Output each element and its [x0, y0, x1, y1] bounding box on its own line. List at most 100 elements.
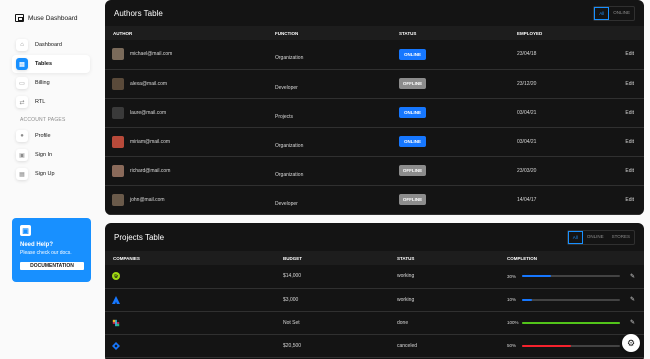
- col-companies: COMPANIES: [105, 251, 283, 265]
- author-function: Organization: [275, 156, 399, 186]
- author-cell: laure@mail.com: [105, 98, 275, 128]
- table-row: john@mail.com Developer OFFLINE 14/04/17 Edi…: [105, 185, 644, 215]
- employed-date: 23/12/20: [517, 69, 614, 99]
- table-row: $14,000 working 30% ✎: [105, 265, 644, 289]
- author-email: alexa@mail.com: [130, 80, 168, 87]
- project-budget: $20,500: [283, 334, 397, 358]
- col-project-status: STATUS: [397, 251, 507, 265]
- status-cell: ONLINE: [399, 127, 517, 157]
- status-badge: OFFLINE: [399, 194, 426, 205]
- author-email: john@mail.com: [130, 196, 165, 203]
- author-function: Organization: [275, 127, 399, 157]
- progress-fill: [522, 344, 571, 347]
- col-employed: EMPLOYED: [517, 26, 614, 40]
- completion-label: 10%: [507, 297, 517, 302]
- status-cell: ONLINE: [399, 40, 517, 70]
- author-email: miriam@mail.com: [130, 138, 171, 145]
- sidebar-item-label: Profile: [35, 133, 51, 139]
- filter-stores[interactable]: STORES: [608, 231, 634, 244]
- sidebar-item-profile[interactable]: ● Profile: [12, 127, 90, 145]
- gear-icon: ⚙: [626, 337, 636, 348]
- status-badge: ONLINE: [399, 48, 426, 60]
- table-row: miriam@mail.com Organization ONLINE 03/04/2…: [105, 127, 644, 157]
- avatar: [112, 106, 124, 119]
- author-cell: john@mail.com: [105, 185, 275, 215]
- edit-link[interactable]: Edit: [614, 98, 644, 128]
- sidebar-item-tables[interactable]: ▤ Tables: [12, 55, 90, 73]
- sidebar-item-label: RTL: [35, 99, 46, 105]
- sidebar-item-label: Sign In: [35, 152, 53, 158]
- edit-link[interactable]: Edit: [614, 185, 644, 215]
- project-status: working: [397, 288, 507, 312]
- status-cell: OFFLINE: [399, 156, 517, 186]
- slack-icon: [105, 319, 283, 327]
- brand[interactable]: Muse Dashboard: [15, 14, 78, 22]
- card-icon: ▭: [16, 77, 28, 89]
- author-email: laure@mail.com: [130, 109, 167, 116]
- edit-link[interactable]: Edit: [614, 40, 644, 70]
- pencil-icon[interactable]: ✎: [630, 296, 635, 303]
- avatar: [112, 77, 124, 90]
- pencil-icon[interactable]: ✎: [630, 319, 635, 326]
- company-cell: [105, 265, 283, 289]
- project-status: done: [397, 311, 507, 335]
- edit-link[interactable]: Edit: [614, 156, 644, 186]
- projects-table-header: Projects Table All ONLINE STORES: [105, 223, 644, 251]
- col-budget: BUDGET: [283, 251, 397, 265]
- table-row: laure@mail.com Projects ONLINE 03/04/21 Edit: [105, 98, 644, 128]
- status-badge: OFFLINE: [399, 78, 426, 89]
- sidebar-item-billing[interactable]: ▭ Billing: [12, 74, 90, 92]
- company-cell: [105, 334, 283, 358]
- projects-table-title: Projects Table: [114, 232, 165, 242]
- edit-link[interactable]: Edit: [614, 69, 644, 99]
- edit-link[interactable]: Edit: [614, 127, 644, 157]
- signup-icon: ▦: [16, 168, 28, 180]
- settings-button[interactable]: ⚙: [622, 334, 640, 352]
- table-row: richard@mail.com Organization OFFLINE 23/03…: [105, 156, 644, 186]
- projects-filter: All ONLINE STORES: [566, 229, 635, 245]
- col-author: AUTHOR: [105, 26, 275, 40]
- filter-all[interactable]: All: [594, 6, 610, 20]
- sidebar-item-label: Dashboard: [35, 42, 62, 48]
- atlassian-icon: [105, 295, 283, 304]
- documentation-button[interactable]: DOCUMENTATION: [20, 262, 84, 270]
- rtl-icon: ⇄: [16, 96, 28, 108]
- employed-date: 03/04/21: [517, 127, 614, 157]
- employed-date: 23/04/18: [517, 40, 614, 70]
- progress-bar: [522, 344, 620, 347]
- authors-table: AUTHOR FUNCTION STATUS EMPLOYED michael@…: [105, 26, 644, 215]
- help-subtitle: Please check our docs.: [20, 250, 72, 256]
- pencil-icon[interactable]: ✎: [630, 273, 635, 280]
- filter-online[interactable]: ONLINE: [609, 7, 634, 20]
- status-cell: OFFLINE: [399, 69, 517, 99]
- window-icon: [15, 14, 24, 22]
- table-icon: ▤: [16, 58, 28, 70]
- project-status: working: [397, 265, 507, 289]
- progress-fill: [522, 298, 532, 301]
- progress-bar: [522, 275, 620, 278]
- sidebar-item-sign-up[interactable]: ▦ Sign Up: [12, 165, 90, 183]
- home-icon: ⌂: [16, 39, 28, 51]
- sidebar-item-dashboard[interactable]: ⌂ Dashboard: [12, 36, 90, 54]
- sidebar: Muse Dashboard ⌂ Dashboard ▤ Tables ▭ Billing…: [0, 0, 100, 359]
- filter-online[interactable]: ONLINE: [583, 231, 608, 244]
- authors-table-title: Authors Table: [114, 8, 163, 18]
- sidebar-item-rtl[interactable]: ⇄ RTL: [12, 93, 90, 111]
- company-cell: [105, 288, 283, 312]
- sidebar-item-sign-in[interactable]: ▣ Sign In: [12, 146, 90, 164]
- col-action: [614, 26, 644, 40]
- sidebar-section-label: ACCOUNT PAGES: [20, 117, 66, 123]
- table-row: $20,500canceled50%✎: [105, 334, 644, 358]
- authors-table-header: Authors Table All ONLINE: [105, 0, 644, 26]
- help-title: Need Help?: [20, 242, 54, 248]
- brand-name: Muse Dashboard: [28, 14, 78, 22]
- author-function: Organization: [275, 40, 399, 70]
- help-card: ▣ Need Help? Please check our docs. DOCU…: [12, 218, 91, 282]
- filter-all[interactable]: All: [567, 230, 583, 244]
- status-cell: OFFLINE: [399, 185, 517, 215]
- table-row: $3,000 working 10% ✎: [105, 288, 644, 312]
- col-completion: COMPLETION: [507, 251, 644, 265]
- employed-date: 14/04/17: [517, 185, 614, 215]
- table-row: Not Set done 100% ✎: [105, 311, 644, 335]
- sidebar-item-label: Tables: [35, 61, 53, 67]
